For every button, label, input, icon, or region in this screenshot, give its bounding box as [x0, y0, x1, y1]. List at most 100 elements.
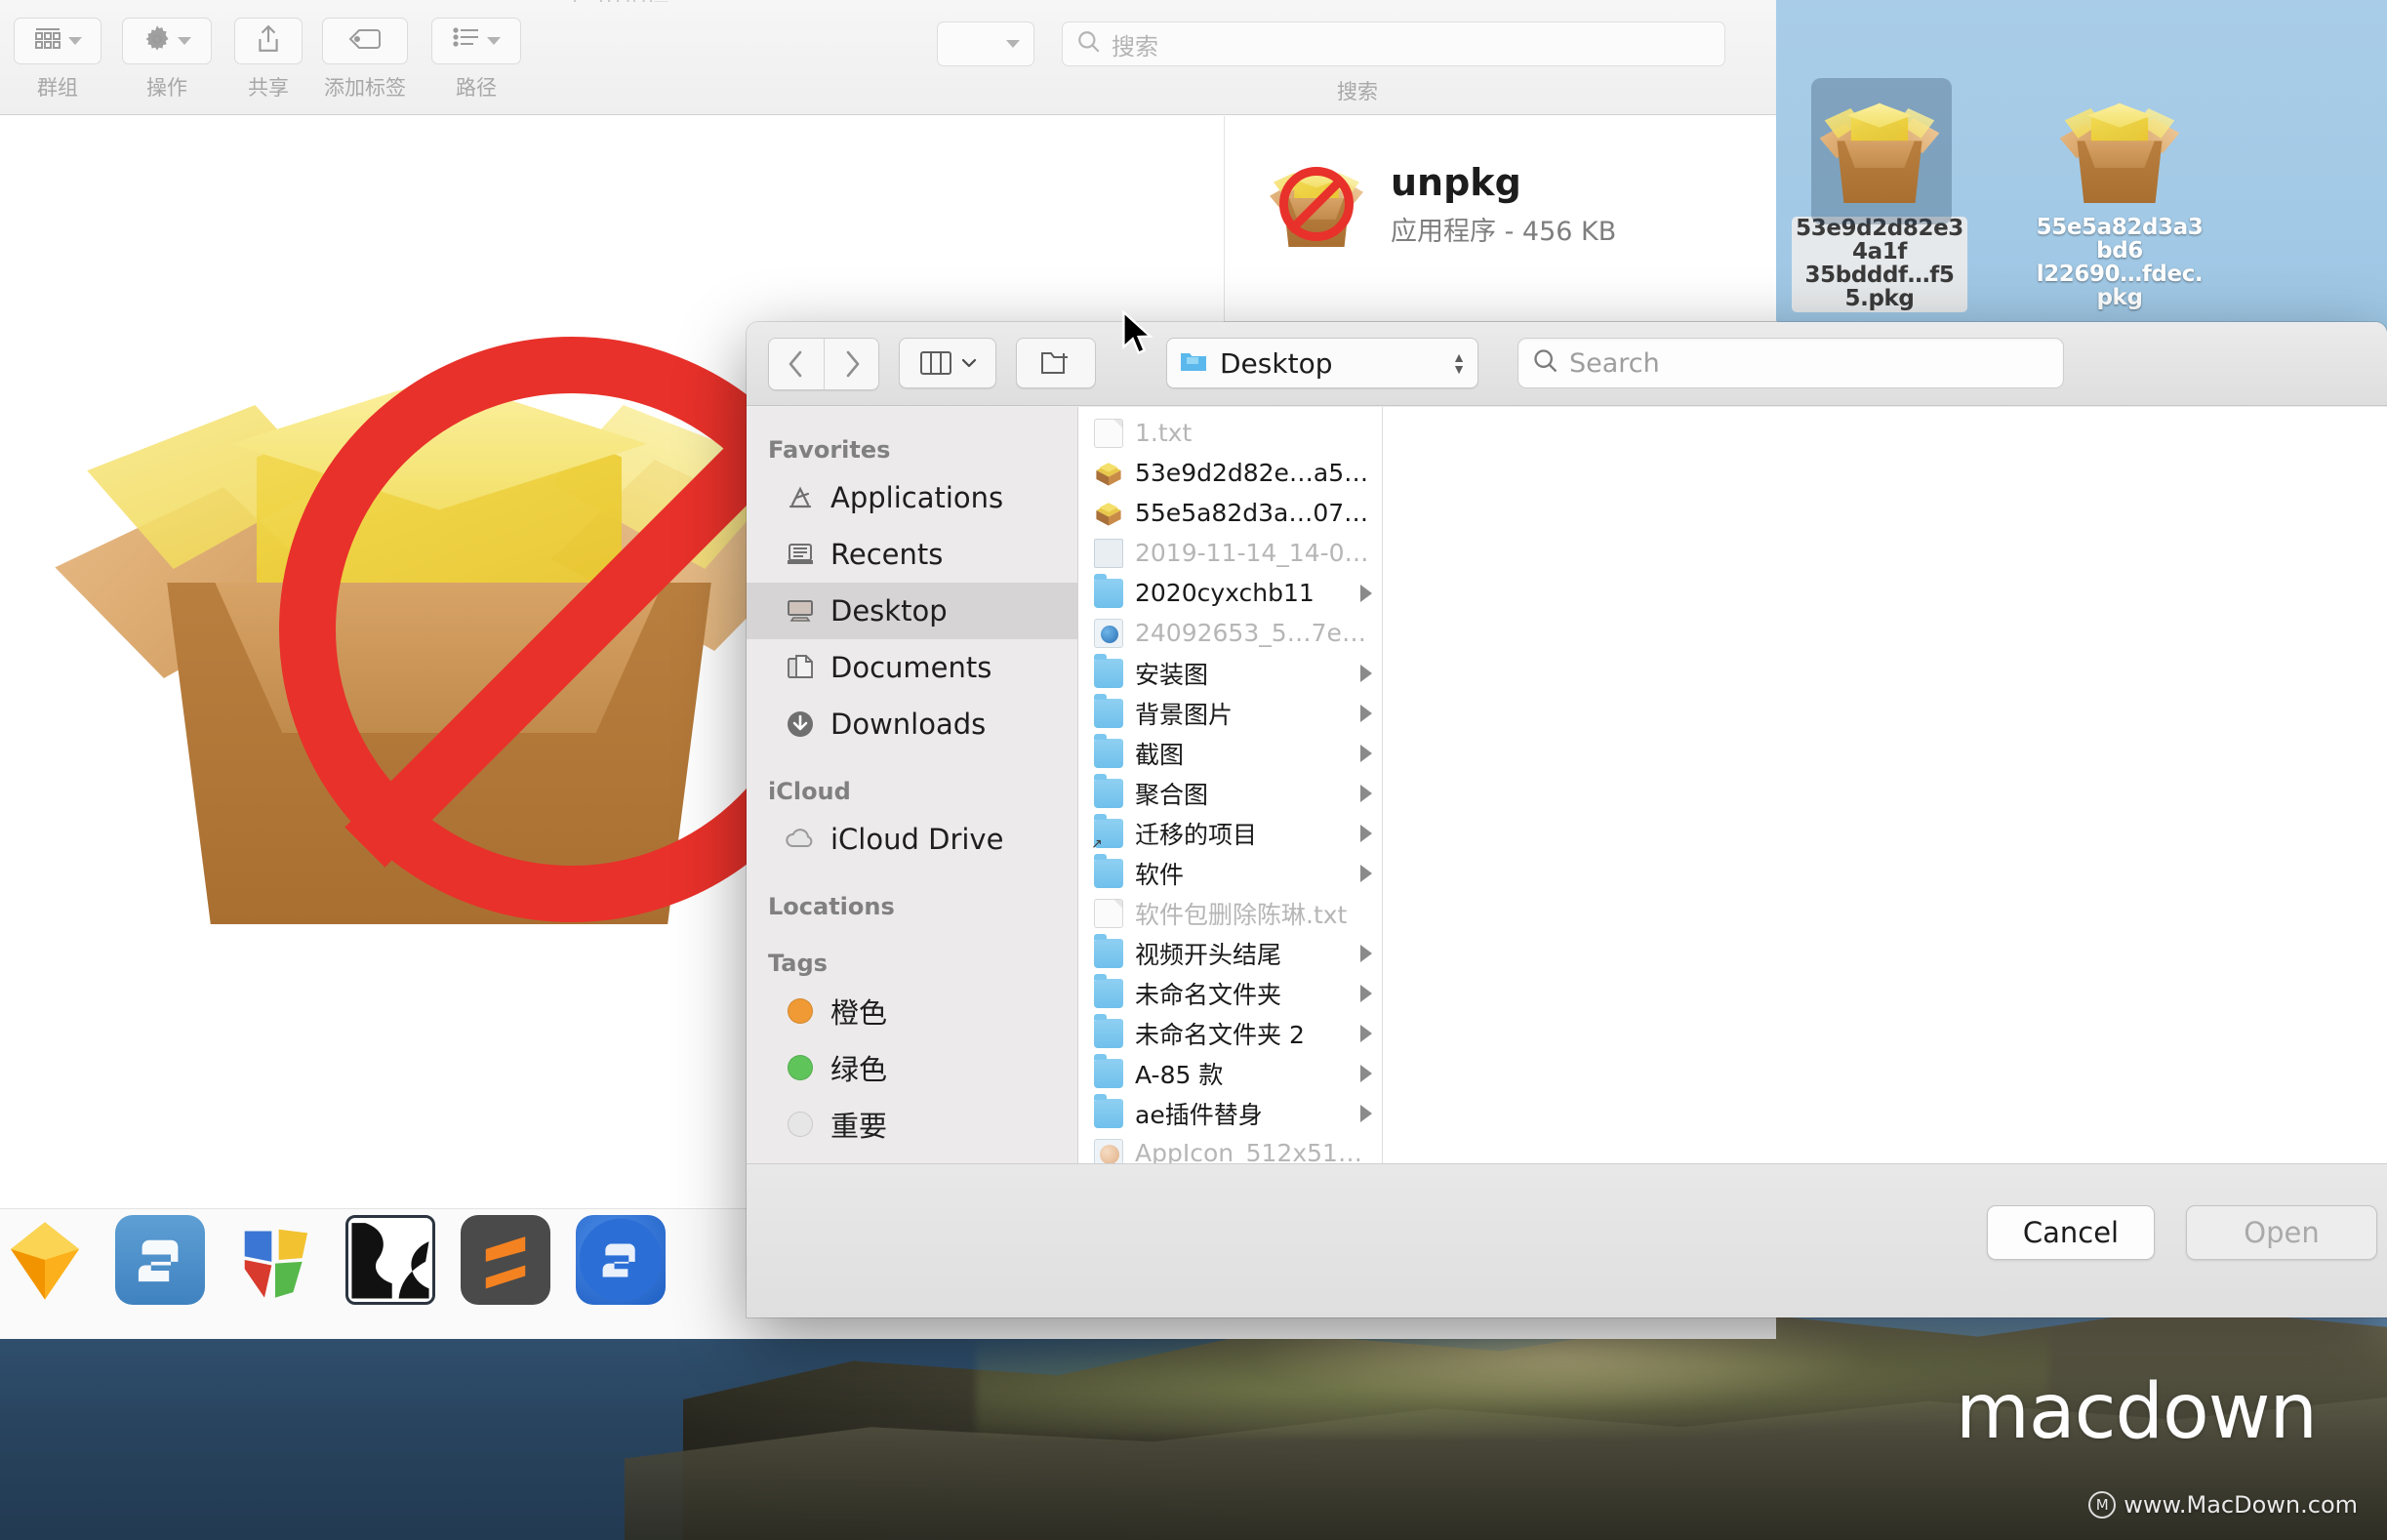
downloads-icon: [784, 708, 817, 741]
file-name: 未命名文件夹: [1135, 980, 1282, 1009]
sidebar-item-applications[interactable]: Applications: [747, 469, 1077, 526]
forward-button[interactable]: [824, 339, 878, 389]
file-list-item[interactable]: ae插件替身: [1078, 1093, 1382, 1133]
blue-circle-icon: [579, 1218, 663, 1302]
file-list-column[interactable]: 1.txt 53e9d2d82e…a50af55.pkg 55e5a82d3a…07…: [1078, 407, 1383, 1163]
sidebar-header-favorites: Favorites: [768, 436, 891, 464]
dock-item-sketch[interactable]: [0, 1215, 90, 1305]
dialog-search-input[interactable]: Search: [1517, 338, 2064, 388]
toolbar-action-label: 操作: [146, 76, 187, 100]
file-list-item[interactable]: 未命名文件夹 2: [1078, 1013, 1382, 1053]
black-white-shape-icon: [351, 1223, 429, 1299]
pkg-box-icon: [1817, 86, 1942, 211]
finder-search-input[interactable]: 搜索: [1062, 21, 1725, 66]
desktop-icon-pkg-1[interactable]: 53e9d2d82e34a1f 35bdddf…f55.pkg: [1792, 78, 1967, 312]
dock-item-xmind[interactable]: [230, 1215, 320, 1305]
file-list-item[interactable]: 视频开头结尾: [1078, 933, 1382, 973]
tag-dot-icon: [784, 994, 817, 1028]
folder-icon: [1094, 973, 1123, 1008]
file-list-item[interactable]: 聚合图: [1078, 773, 1382, 813]
toolbar-add-tags-button[interactable]: 添加标签: [322, 18, 408, 101]
file-name: 安装图: [1135, 660, 1209, 689]
sidebar-item-tag-important[interactable]: 重要: [747, 1096, 1077, 1153]
sidebar-item-tag-blue[interactable]: 蓝色: [747, 1153, 1077, 1163]
file-list-item[interactable]: 24092653_5…7e800f5.png: [1078, 613, 1382, 653]
file-name: 53e9d2d82e…a50af55.pkg: [1135, 459, 1372, 487]
stepper-arrows-icon: ▲ ▼: [1452, 348, 1466, 377]
unpkg-forbidden-box-icon: [1268, 155, 1365, 253]
folder-icon: [1094, 853, 1123, 888]
toolbar-share-button[interactable]: 共享: [234, 18, 303, 101]
file-name: 软件: [1135, 860, 1185, 889]
sidebar-item-tag-green[interactable]: 绿色: [747, 1039, 1077, 1096]
path-popup-button[interactable]: Desktop ▲ ▼: [1166, 338, 1478, 388]
folder-icon: [1094, 933, 1123, 968]
sidebar-header-locations: Locations: [768, 893, 895, 920]
file-list-item[interactable]: 未命名文件夹: [1078, 973, 1382, 1013]
toolbar-group-button[interactable]: 群组: [14, 18, 101, 101]
image-file-icon: [1094, 618, 1123, 648]
alias-arrow-icon: ↗: [1091, 835, 1103, 852]
file-list-item[interactable]: 1.txt: [1078, 413, 1382, 453]
file-list-item[interactable]: 软件: [1078, 853, 1382, 893]
sidebar-item-recents[interactable]: Recents: [747, 526, 1077, 583]
search-icon: [1532, 347, 1559, 380]
toolbar-action-button[interactable]: 操作: [122, 18, 212, 101]
chevron-down-icon: [178, 37, 191, 45]
file-list-item[interactable]: AppIcon_512x512.png: [1078, 1133, 1382, 1163]
sidebar-item-tag-orange[interactable]: 橙色: [747, 983, 1077, 1039]
cancel-button[interactable]: Cancel: [1987, 1205, 2155, 1260]
file-list-item[interactable]: 背景图片: [1078, 693, 1382, 733]
file-name: 24092653_5…7e800f5.png: [1135, 619, 1372, 647]
toolbar-share-label: 共享: [248, 76, 289, 100]
disclosure-arrow-icon: [1360, 1064, 1372, 1082]
file-list-item[interactable]: 55e5a82d3a…070fdec.pkg: [1078, 493, 1382, 533]
sidebar-item-desktop[interactable]: Desktop: [747, 583, 1077, 639]
dock-item-sublime-text[interactable]: [461, 1215, 550, 1305]
open-button[interactable]: Open: [2186, 1205, 2377, 1260]
file-name: AppIcon_512x512.png: [1135, 1139, 1372, 1163]
toolbar-path-button[interactable]: 路径: [431, 18, 521, 101]
file-list-item[interactable]: 软件包删除陈琳.txt: [1078, 893, 1382, 933]
view-mode-button[interactable]: [899, 338, 996, 388]
sidebar-item-label: Desktop: [830, 594, 948, 628]
grid-icon: [33, 26, 62, 57]
back-button[interactable]: [769, 339, 824, 389]
dialog-columns: 1.txt 53e9d2d82e…a50af55.pkg 55e5a82d3a…07…: [1078, 407, 2387, 1163]
file-list-item[interactable]: A-85 款: [1078, 1053, 1382, 1093]
file-list-item[interactable]: ↗ 迁移的项目: [1078, 813, 1382, 853]
sidebar-item-downloads[interactable]: Downloads: [747, 696, 1077, 752]
folder-alias-icon: ↗: [1091, 813, 1123, 852]
desktop-icon-pkg-2[interactable]: 55e5a82d3a3bd6 l22690…fdec.pkg: [2032, 86, 2207, 310]
file-list-item[interactable]: 2020cyxchb11: [1078, 573, 1382, 613]
chevron-down-icon: [961, 358, 976, 368]
file-list-item[interactable]: 2019-11-14_14-04-09.png: [1078, 533, 1382, 573]
sidebar-item-label: Downloads: [830, 708, 987, 741]
file-list-item[interactable]: 安装图: [1078, 653, 1382, 693]
file-name: 背景图片: [1135, 700, 1234, 729]
macdown-watermark: macdown: [1955, 1368, 2318, 1456]
disclosure-arrow-icon: [1360, 704, 1372, 722]
dock-item-app-blue[interactable]: [576, 1215, 666, 1305]
dock-item-affinity[interactable]: [345, 1215, 435, 1305]
disclosure-arrow-icon: [1360, 944, 1372, 962]
file-list-item[interactable]: 截图: [1078, 733, 1382, 773]
chevron-down-icon: [487, 37, 501, 45]
finder-toolbar-popup[interactable]: [937, 21, 1034, 66]
toolbar-add-tags-label: 添加标签: [324, 76, 406, 100]
file-list-item[interactable]: 53e9d2d82e…a50af55.pkg: [1078, 453, 1382, 493]
sidebar-item-documents[interactable]: Documents: [747, 639, 1077, 696]
sidebar-item-icloud-drive[interactable]: iCloud Drive: [747, 811, 1077, 868]
sidebar-item-label: 橙色: [830, 996, 888, 1030]
new-folder-button[interactable]: [1016, 338, 1096, 388]
disclosure-arrow-icon: [1360, 824, 1372, 842]
folder-icon: [1094, 573, 1123, 608]
unpkg-file-entry[interactable]: unpkg 应用程序 - 456 KB: [1268, 155, 1616, 253]
sidebar-item-label: Recents: [830, 538, 944, 571]
dock-item-snagit[interactable]: [115, 1215, 205, 1305]
dialog-toolbar: Desktop ▲ ▼ Search: [747, 322, 2387, 406]
image-file-icon: [1094, 1138, 1123, 1163]
macdown-url-watermark: M www.MacDown.com: [2088, 1491, 2358, 1519]
dialog-footer: Cancel Open: [747, 1163, 2387, 1317]
file-name: 聚合图: [1135, 780, 1209, 809]
